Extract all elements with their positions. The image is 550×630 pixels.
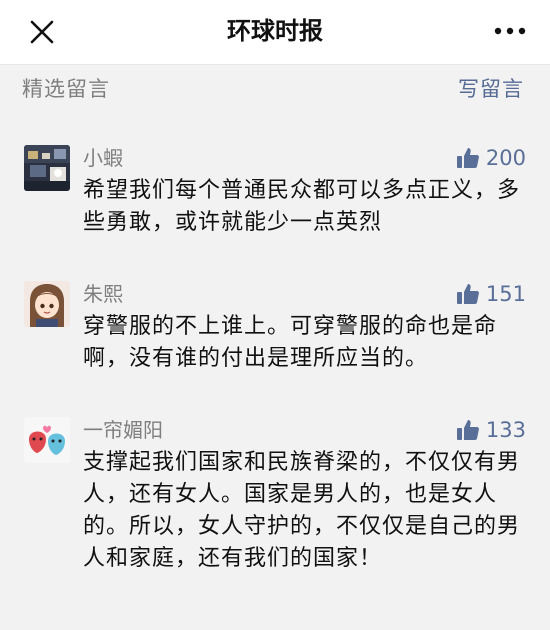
comment-text: 希望我们每个普通民众都可以多点正义，多些勇敢，或许就能少一点英烈 [83, 178, 521, 235]
comment-text: 支撑起我们国家和民族脊梁的，不仅仅有男人，还有女人。国家是男人的，也是女人的。所… [83, 450, 521, 571]
avatar-anime-girl [24, 281, 70, 327]
like-button[interactable]: 151 [456, 279, 526, 309]
write-comment-link[interactable]: 写留言 [458, 75, 524, 103]
avatar-couple-faces [24, 417, 70, 463]
user-avatar[interactable] [24, 145, 70, 191]
like-count: 151 [485, 282, 526, 306]
section-title: 精选留言 [22, 77, 110, 101]
section-header: 精选留言 写留言 [0, 65, 550, 113]
comments-section: 精选留言 写留言 小蝦 200 希望我们每个普通民众都可以多点正义，多些勇敢，或… [0, 65, 550, 630]
like-count: 133 [485, 418, 526, 442]
thumbs-up-icon [456, 148, 479, 168]
user-avatar[interactable] [24, 281, 70, 327]
thumbs-up-icon [456, 284, 479, 304]
comment-text: 穿警服的不上谁上。可穿警服的命也是命啊，没有谁的付出是理所应当的。 [83, 314, 498, 371]
thumbs-up-icon [456, 420, 479, 440]
comment-username[interactable]: 小蝦 [83, 145, 123, 171]
comment-username[interactable]: 一帘媚阳 [83, 417, 163, 443]
user-avatar[interactable] [24, 417, 70, 463]
like-button[interactable]: 133 [456, 415, 526, 445]
page-title: 环球时报 [227, 17, 323, 45]
avatar-night-photo [24, 145, 70, 191]
like-button[interactable]: 200 [456, 143, 526, 173]
top-bar: 环球时报 [0, 0, 550, 65]
more-options-button[interactable] [490, 14, 530, 48]
more-dots-icon [494, 27, 526, 35]
comment-username[interactable]: 朱熙 [83, 281, 123, 307]
like-count: 200 [485, 146, 526, 170]
